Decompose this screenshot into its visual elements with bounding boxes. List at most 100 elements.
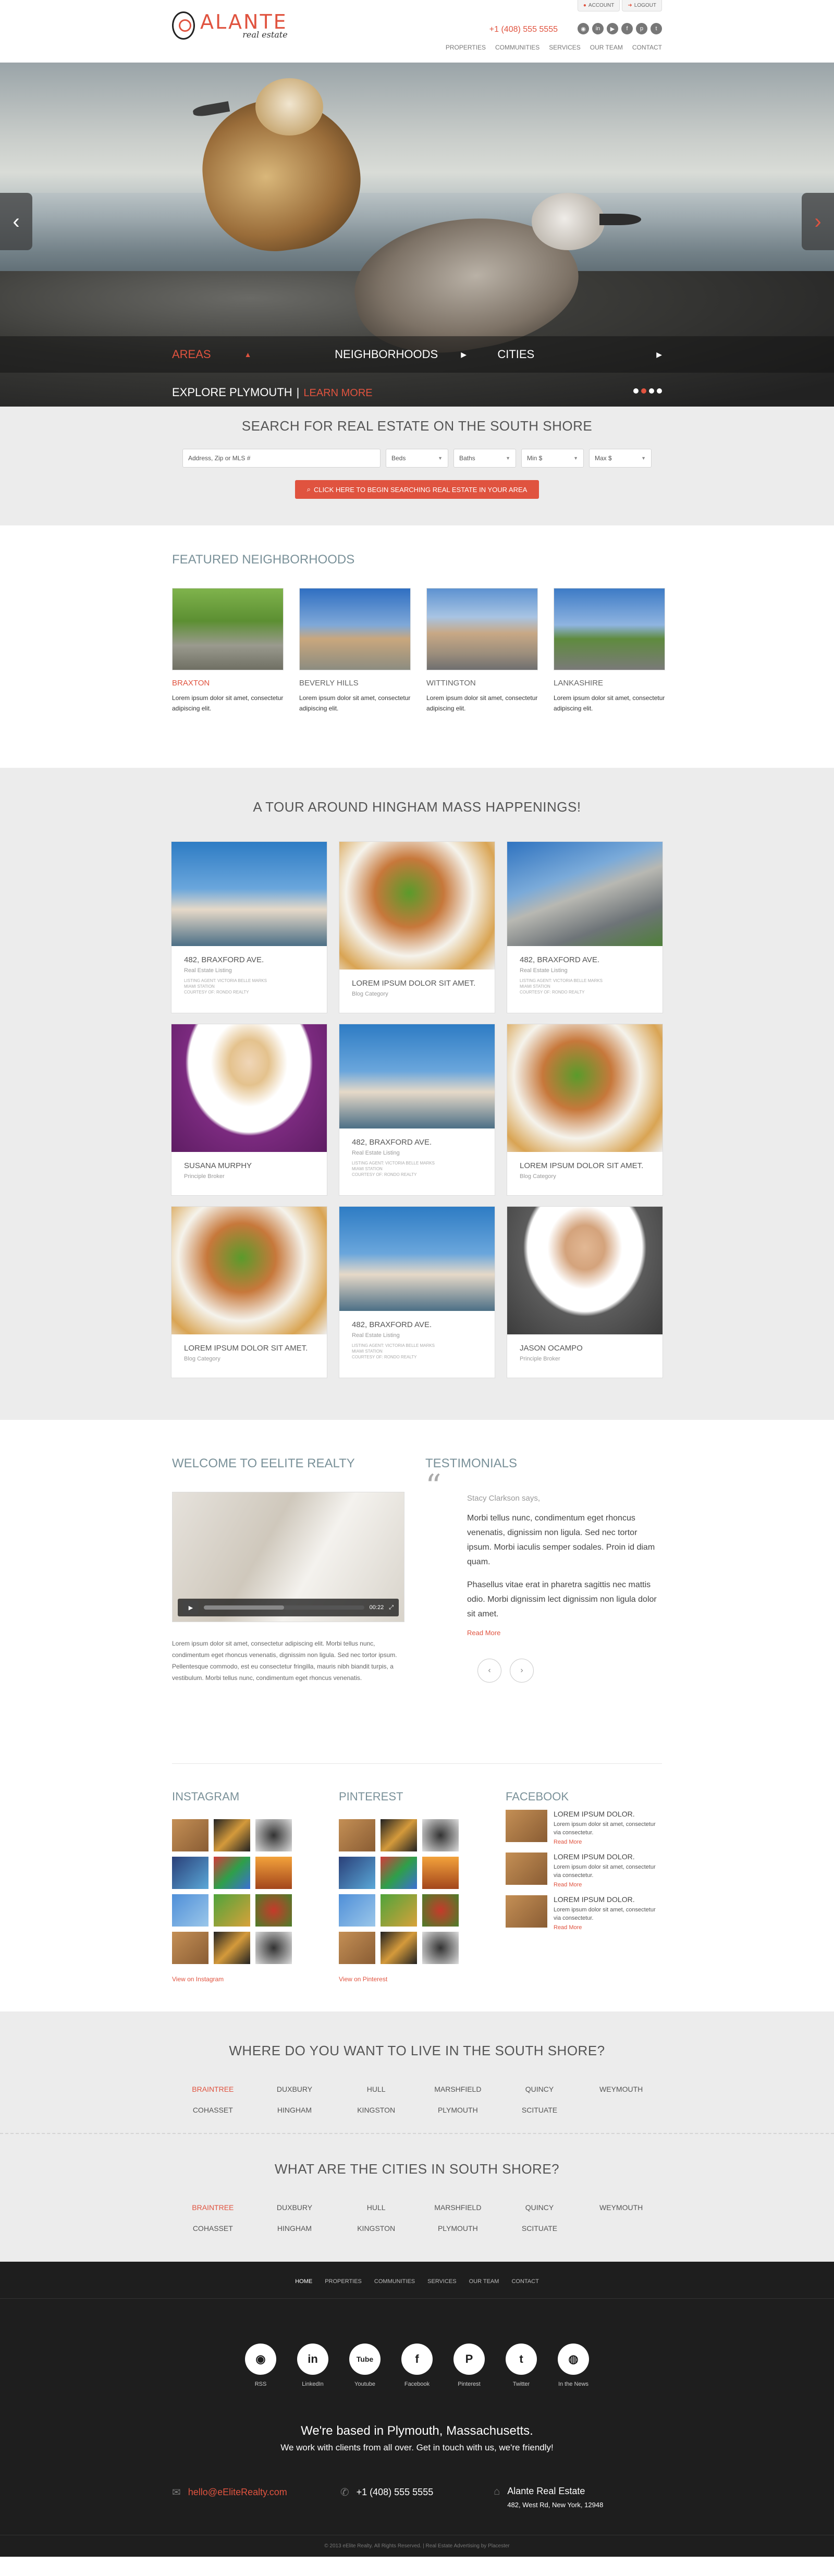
twitter-icon[interactable]: t [651, 23, 662, 34]
facebook-post[interactable]: LOREM IPSUM DOLOR. Lorem ipsum dolor sit … [506, 1895, 662, 1932]
photo-thumb[interactable] [255, 1819, 292, 1851]
max-price-select[interactable]: Max $ ▼ [589, 449, 652, 468]
photo-thumb[interactable] [381, 1857, 417, 1889]
city-link[interactable]: HULL [335, 2085, 417, 2093]
rss-icon[interactable]: ◉ [578, 23, 589, 34]
agent-card[interactable]: SUSANA MURPHY Principle Broker [171, 1024, 327, 1196]
photo-thumb[interactable] [214, 1894, 250, 1927]
footer-nav-communities[interactable]: COMMUNITIES [374, 2278, 415, 2285]
slider-dot[interactable] [657, 388, 662, 394]
city-link[interactable]: PLYMOUTH [417, 2224, 499, 2232]
photo-thumb[interactable] [339, 1932, 375, 1964]
tab-cities[interactable]: CITIES ▶ [497, 348, 662, 361]
footer-social-linkedin[interactable]: in LinkedIn [297, 2344, 328, 2387]
photo-thumb[interactable] [422, 1932, 459, 1964]
city-link[interactable]: KINGSTON [335, 2106, 417, 2114]
photo-thumb[interactable] [381, 1819, 417, 1851]
linkedin-icon[interactable]: in [592, 23, 604, 34]
footer-social-pinterest[interactable]: P Pinterest [453, 2344, 485, 2387]
featured-card[interactable]: LANKASHIRE Lorem ipsum dolor sit amet, c… [554, 588, 665, 714]
photo-thumb[interactable] [255, 1894, 292, 1927]
tab-neighborhoods[interactable]: NEIGHBORHOODS ▶ [335, 348, 497, 361]
city-link[interactable]: BRAINTREE [172, 2203, 254, 2212]
search-submit-button[interactable]: ⌕ CLICK HERE TO BEGIN SEARCHING REAL ESTA… [295, 480, 539, 499]
min-price-select[interactable]: Min $ ▼ [521, 449, 584, 468]
city-link[interactable]: COHASSET [172, 2224, 254, 2232]
blog-card[interactable]: LOREM IPSUM DOLOR SIT AMET. Blog Category [339, 841, 495, 1013]
city-link[interactable]: BRAINTREE [172, 2085, 254, 2093]
nav-services[interactable]: SERVICES [549, 44, 580, 51]
featured-card[interactable]: BEVERLY HILLS Lorem ipsum dolor sit amet… [299, 588, 411, 714]
nav-our-team[interactable]: OUR TEAM [590, 44, 623, 51]
listing-card[interactable]: 482, BRAXFORD AVE. Real Estate Listing LIS… [171, 841, 327, 1013]
footer-nav-services[interactable]: SERVICES [427, 2278, 456, 2285]
photo-thumb[interactable] [381, 1932, 417, 1964]
photo-thumb[interactable] [255, 1857, 292, 1889]
learn-more-link[interactable]: LEARN MORE [303, 387, 372, 399]
photo-thumb[interactable] [214, 1819, 250, 1851]
footer-social-twitter[interactable]: t Twitter [506, 2344, 537, 2387]
address-input[interactable]: Address, Zip or MLS # [182, 449, 381, 468]
photo-thumb[interactable] [381, 1894, 417, 1927]
photo-thumb[interactable] [214, 1857, 250, 1889]
nav-properties[interactable]: PROPERTIES [446, 44, 486, 51]
footer-social-youtube[interactable]: Tube Youtube [349, 2344, 381, 2387]
youtube-icon[interactable]: ▶ [607, 23, 618, 34]
read-more-link[interactable]: Read More [554, 1882, 582, 1888]
city-link[interactable]: SCITUATE [499, 2224, 581, 2232]
listing-card[interactable]: 482, BRAXFORD AVE. Real Estate Listing LIS… [339, 1206, 495, 1378]
blog-card[interactable]: LOREM IPSUM DOLOR SIT AMET. Blog Category [171, 1206, 327, 1378]
blog-card[interactable]: LOREM IPSUM DOLOR SIT AMET. Blog Category [507, 1024, 663, 1196]
photo-thumb[interactable] [339, 1894, 375, 1927]
pinterest-icon[interactable]: p [636, 23, 647, 34]
footer-nav-contact[interactable]: CONTACT [511, 2278, 538, 2285]
logout-link[interactable]: ➜ LOGOUT [622, 0, 662, 11]
agent-card[interactable]: JASON OCAMPO Principle Broker [507, 1206, 663, 1378]
photo-thumb[interactable] [214, 1932, 250, 1964]
footer-social-news[interactable]: ◍ In the News [558, 2344, 589, 2387]
pinterest-link[interactable]: View on Pinterest [339, 1976, 506, 1983]
footer-social-rss[interactable]: ◉ RSS [245, 2344, 276, 2387]
nav-communities[interactable]: COMMUNITIES [495, 44, 539, 51]
city-link[interactable]: PLYMOUTH [417, 2106, 499, 2114]
read-more-link[interactable]: Read More [554, 1924, 582, 1931]
photo-thumb[interactable] [255, 1932, 292, 1964]
city-link[interactable]: DUXBURY [254, 2203, 336, 2212]
slider-dot[interactable] [649, 388, 654, 394]
photo-thumb[interactable] [422, 1819, 459, 1851]
city-link[interactable]: WEYMOUTH [580, 2085, 662, 2093]
photo-thumb[interactable] [339, 1819, 375, 1851]
city-link[interactable]: COHASSET [172, 2106, 254, 2114]
read-more-link[interactable]: Read More [467, 1629, 500, 1637]
play-icon[interactable]: ▶ [183, 1601, 199, 1614]
account-link[interactable]: ● ACCOUNT [577, 0, 620, 11]
slider-prev-button[interactable]: ‹ [0, 193, 32, 250]
listing-card[interactable]: 482, BRAXFORD AVE. Real Estate Listing LIS… [339, 1024, 495, 1196]
city-link[interactable]: SCITUATE [499, 2106, 581, 2114]
beds-select[interactable]: Beds ▼ [386, 449, 448, 468]
facebook-post[interactable]: LOREM IPSUM DOLOR. Lorem ipsum dolor sit … [506, 1853, 662, 1889]
featured-card[interactable]: BRAXTON Lorem ipsum dolor sit amet, cons… [172, 588, 284, 714]
footer-nav-home[interactable]: HOME [295, 2278, 312, 2285]
city-link[interactable]: WEYMOUTH [580, 2203, 662, 2212]
chevron-left-icon[interactable]: ‹ [477, 1659, 501, 1683]
listing-card[interactable]: 482, BRAXFORD AVE. Real Estate Listing LIS… [507, 841, 663, 1013]
city-link[interactable]: MARSHFIELD [417, 2085, 499, 2093]
city-link[interactable]: QUINCY [499, 2203, 581, 2212]
read-more-link[interactable]: Read More [554, 1839, 582, 1845]
photo-thumb[interactable] [172, 1894, 208, 1927]
slider-dot[interactable] [633, 388, 639, 394]
email-link[interactable]: hello@eEliteRealty.com [188, 2487, 287, 2498]
baths-select[interactable]: Baths ▼ [453, 449, 516, 468]
city-link[interactable]: MARSHFIELD [417, 2203, 499, 2212]
photo-thumb[interactable] [172, 1819, 208, 1851]
city-link[interactable]: QUINCY [499, 2085, 581, 2093]
slider-next-button[interactable]: › [802, 193, 834, 250]
facebook-post[interactable]: LOREM IPSUM DOLOR. Lorem ipsum dolor sit … [506, 1810, 662, 1846]
chevron-right-icon[interactable]: › [510, 1659, 534, 1683]
footer-nav-our-team[interactable]: OUR TEAM [469, 2278, 499, 2285]
city-link[interactable]: HINGHAM [254, 2224, 336, 2232]
footer-nav-properties[interactable]: PROPERTIES [325, 2278, 362, 2285]
photo-thumb[interactable] [422, 1894, 459, 1927]
facebook-icon[interactable]: f [621, 23, 633, 34]
